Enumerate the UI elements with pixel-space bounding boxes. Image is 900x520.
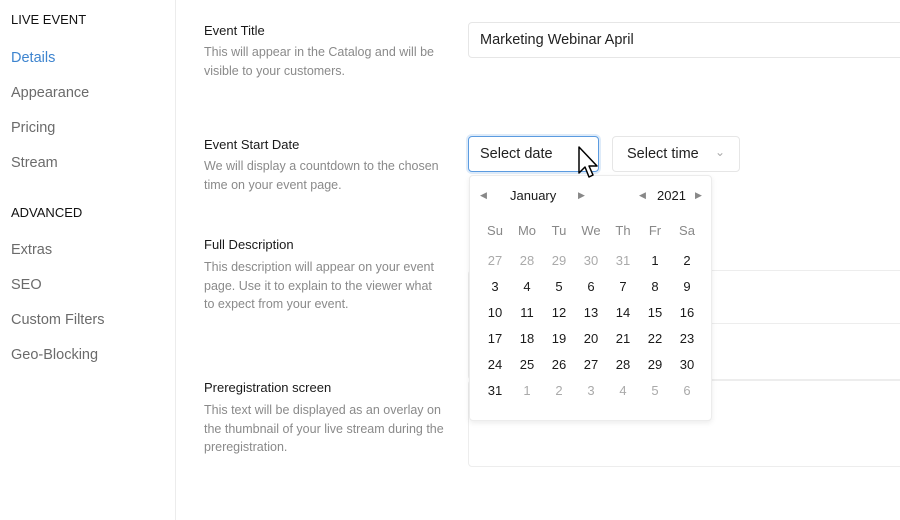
day-cell[interactable]: 28	[512, 253, 542, 268]
prev-month-arrow-icon[interactable]: ◀	[480, 190, 487, 201]
section-live-event: LIVE EVENT	[11, 12, 87, 27]
day-cell[interactable]: 29	[544, 253, 574, 268]
event-start-label: Event Start Date	[204, 137, 300, 152]
time-select-value: Select time	[627, 146, 699, 162]
weekday-label: Sa	[679, 223, 695, 238]
sidebar-item-seo[interactable]: SEO	[11, 277, 42, 293]
day-cell[interactable]: 13	[576, 305, 606, 320]
day-cell[interactable]: 22	[640, 331, 670, 346]
day-cell[interactable]: 30	[576, 253, 606, 268]
prereg-desc: This text will be displayed as an overla…	[204, 403, 444, 454]
day-cell[interactable]: 23	[672, 331, 702, 346]
day-cell[interactable]: 15	[640, 305, 670, 320]
day-cell[interactable]: 8	[640, 279, 670, 294]
day-cell[interactable]: 28	[608, 357, 638, 372]
day-cell[interactable]: 19	[544, 331, 574, 346]
day-cell[interactable]: 31	[608, 253, 638, 268]
day-cell[interactable]: 1	[512, 383, 542, 398]
day-cell[interactable]: 10	[480, 305, 510, 320]
day-cell[interactable]: 6	[672, 383, 702, 398]
day-cell[interactable]: 29	[640, 357, 670, 372]
day-cell[interactable]: 25	[512, 357, 542, 372]
event-title-input[interactable]: Marketing Webinar April	[468, 22, 900, 58]
day-cell[interactable]: 18	[512, 331, 542, 346]
sidebar-item-custom-filters[interactable]: Custom Filters	[11, 312, 104, 328]
weekday-label: Mo	[517, 223, 537, 238]
day-cell[interactable]: 27	[480, 253, 510, 268]
prev-year-arrow-icon[interactable]: ◀	[639, 190, 646, 201]
description-desc: This description will appear on your eve…	[204, 260, 434, 311]
time-select[interactable]: Select time ⌄	[612, 136, 740, 172]
weekday-label: Th	[615, 223, 631, 238]
day-cell[interactable]: 5	[544, 279, 574, 294]
mouse-cursor-icon	[578, 146, 598, 178]
next-month-arrow-icon[interactable]: ▶	[578, 190, 585, 201]
day-cell[interactable]: 9	[672, 279, 702, 294]
sidebar-item-stream[interactable]: Stream	[11, 155, 58, 171]
weekday-label: Su	[487, 223, 503, 238]
day-cell[interactable]: 20	[576, 331, 606, 346]
weekday-label: We	[581, 223, 601, 238]
day-cell[interactable]: 3	[576, 383, 606, 398]
sidebar-item-pricing[interactable]: Pricing	[11, 120, 55, 136]
sidebar: LIVE EVENT Details Appearance Pricing St…	[0, 0, 176, 520]
section-advanced: ADVANCED	[11, 205, 83, 220]
day-cell[interactable]: 11	[512, 305, 542, 320]
day-cell[interactable]: 4	[608, 383, 638, 398]
day-cell[interactable]: 6	[576, 279, 606, 294]
day-cell[interactable]: 3	[480, 279, 510, 294]
month-label[interactable]: January	[510, 188, 556, 203]
day-cell[interactable]: 12	[544, 305, 574, 320]
event-title-desc: This will appear in the Catalog and will…	[204, 45, 434, 78]
day-cell[interactable]: 24	[480, 357, 510, 372]
description-label: Full Description	[204, 237, 294, 252]
sidebar-item-extras[interactable]: Extras	[11, 242, 52, 258]
day-cell[interactable]: 5	[640, 383, 670, 398]
day-cell[interactable]: 27	[576, 357, 606, 372]
weekday-label: Tu	[551, 223, 567, 238]
next-year-arrow-icon[interactable]: ▶	[695, 190, 702, 201]
event-start-desc: We will display a countdown to the chose…	[204, 159, 439, 192]
chevron-down-icon: ⌄	[714, 145, 725, 159]
sidebar-item-geo-blocking[interactable]: Geo-Blocking	[11, 347, 98, 363]
sidebar-item-details[interactable]: Details	[11, 50, 55, 66]
day-cell[interactable]: 17	[480, 331, 510, 346]
day-cell[interactable]: 16	[672, 305, 702, 320]
day-cell[interactable]: 2	[544, 383, 574, 398]
day-cell[interactable]: 7	[608, 279, 638, 294]
day-cell[interactable]: 21	[608, 331, 638, 346]
day-cell[interactable]: 2	[672, 253, 702, 268]
day-cell[interactable]: 14	[608, 305, 638, 320]
date-picker-popup: ◀ January ▶ ◀ 2021 ▶ Su Mo Tu We Th Fr Sa 27 28 2…	[469, 175, 712, 421]
weekday-label: Fr	[648, 223, 662, 238]
event-title-label: Event Title	[204, 23, 265, 38]
day-cell[interactable]: 26	[544, 357, 574, 372]
year-label[interactable]: 2021	[657, 188, 686, 203]
sidebar-item-appearance[interactable]: Appearance	[11, 85, 89, 101]
day-cell[interactable]: 4	[512, 279, 542, 294]
prereg-label: Preregistration screen	[204, 380, 332, 395]
day-cell[interactable]: 31	[480, 383, 510, 398]
day-cell[interactable]: 1	[640, 253, 670, 268]
day-cell[interactable]: 30	[672, 357, 702, 372]
